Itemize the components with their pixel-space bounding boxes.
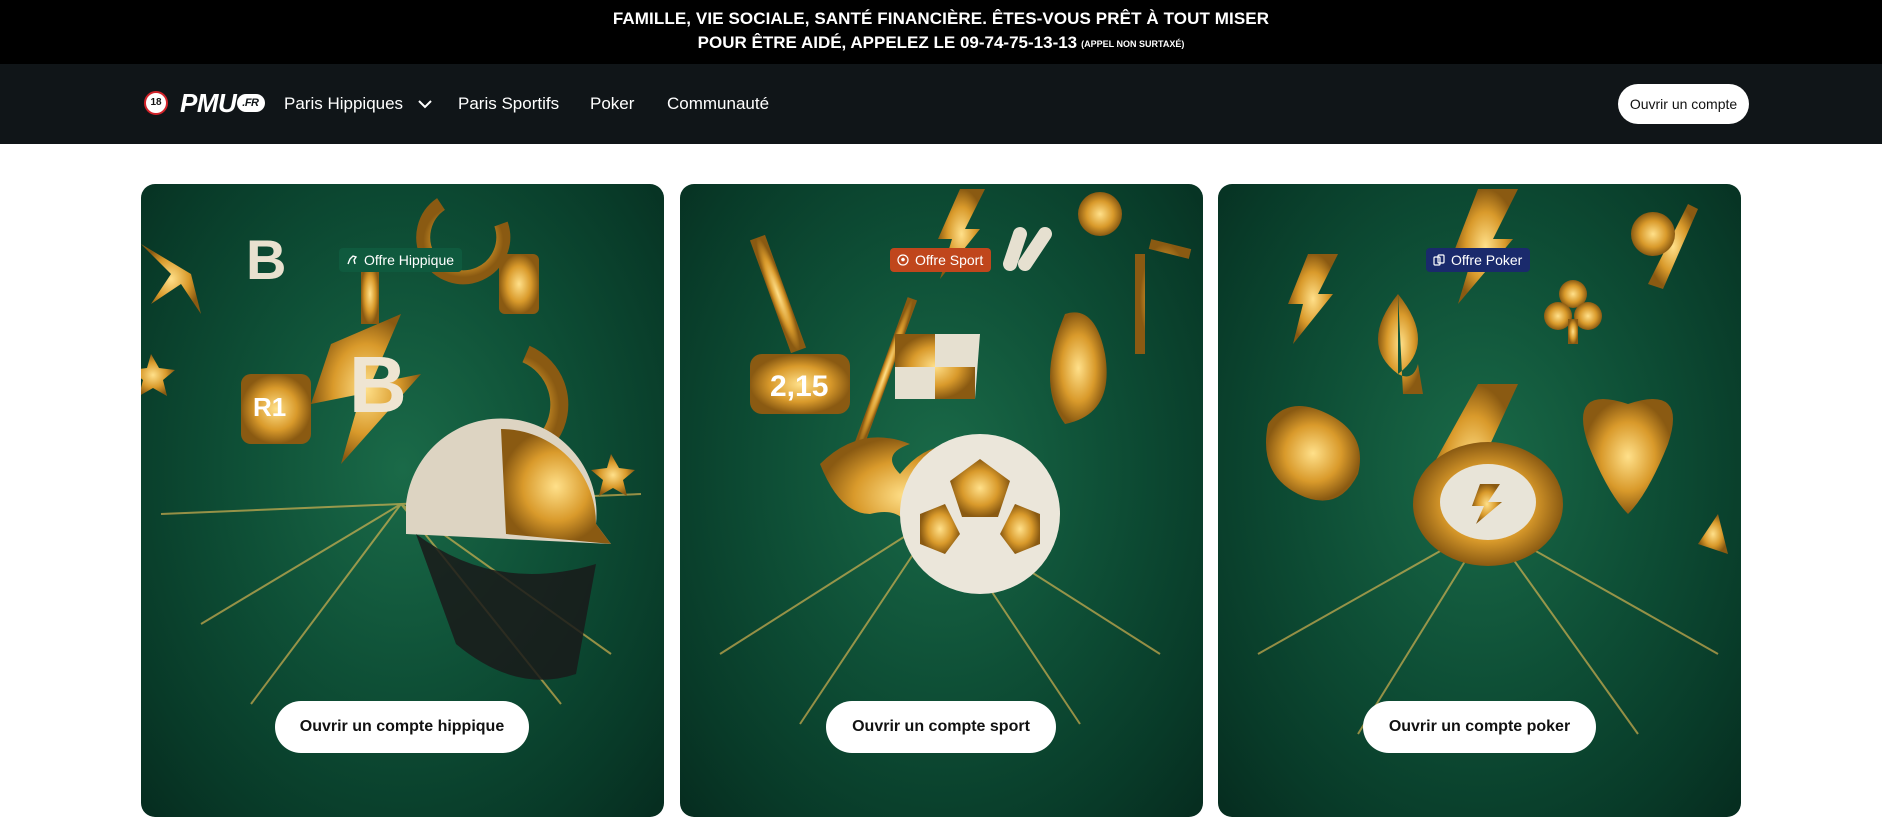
svg-text:2,15: 2,15 <box>770 370 828 403</box>
open-sport-account-button[interactable]: Ouvrir un compte sport <box>826 701 1056 753</box>
banner-phone-text: POUR ÊTRE AIDÉ, APPELEZ LE 09-74-75-13-1… <box>697 33 1078 52</box>
offer-badge: Offre Hippique <box>339 248 463 272</box>
nav-item-label: Paris Hippiques <box>284 94 404 113</box>
nav-item-label: Paris Sportifs <box>458 94 560 113</box>
offer-card-hippique[interactable]: B R1 B Offre Hippique Ouvrir un compte h… <box>141 184 664 817</box>
horse-icon <box>347 255 358 265</box>
offer-badge-label: Offre Poker <box>1451 252 1523 268</box>
offer-badge-label: Offre Sport <box>915 252 984 268</box>
offer-badge-label: Offre Hippique <box>364 252 455 268</box>
nav-item-paris-sportifs[interactable]: Paris Sportifs <box>458 92 559 116</box>
svg-text:B: B <box>246 228 286 291</box>
nav-item-label: Poker <box>590 94 635 113</box>
offer-card-poker[interactable]: Offre Poker Ouvrir un compte poker <box>1218 184 1741 817</box>
main-navigation: 18 PMU .FR Paris Hippiques Paris Sportifs… <box>0 64 1882 144</box>
open-poker-account-button[interactable]: Ouvrir un compte poker <box>1363 701 1596 753</box>
nav-item-poker[interactable]: Poker <box>590 92 634 116</box>
svg-text:R1: R1 <box>253 392 286 422</box>
age-restriction-icon: 18 <box>144 91 168 115</box>
banner-note: (APPEL NON SURTAXÉ) <box>1081 38 1185 49</box>
nav-item-paris-hippiques[interactable]: Paris Hippiques <box>284 92 433 116</box>
football-icon <box>897 254 909 266</box>
nav-item-label: Communauté <box>667 94 770 113</box>
open-hippique-account-button[interactable]: Ouvrir un compte hippique <box>275 701 529 753</box>
offer-card-sport[interactable]: 2,15 Offre Sport Ouvrir un compte sport <box>680 184 1203 817</box>
responsible-gaming-banner: FAMILLE, VIE SOCIALE, SANTÉ FINANCIÈRE. … <box>0 0 1882 64</box>
offer-badge: Offre Sport <box>890 248 992 272</box>
banner-line-2: POUR ÊTRE AIDÉ, APPELEZ LE 09-74-75-13-1… <box>0 33 1882 53</box>
banner-line-1: FAMILLE, VIE SOCIALE, SANTÉ FINANCIÈRE. … <box>612 9 1270 28</box>
pmu-logo[interactable]: PMU .FR <box>180 87 265 118</box>
logo-suffix: .FR <box>237 94 265 112</box>
logo-text: PMU <box>180 87 237 118</box>
offer-badge: Offre Poker <box>1426 248 1531 272</box>
svg-text:B: B <box>349 340 407 429</box>
cards-icon <box>1433 254 1445 266</box>
chevron-down-icon <box>418 100 432 109</box>
open-account-button[interactable]: Ouvrir un compte <box>1618 84 1749 124</box>
nav-item-communaute[interactable]: Communauté <box>667 92 769 116</box>
